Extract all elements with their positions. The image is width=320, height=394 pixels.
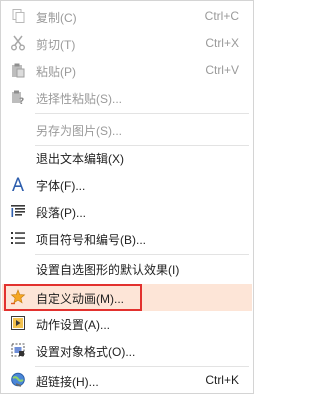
menu-item-copy[interactable]: 复制(C) Ctrl+C	[2, 3, 252, 30]
menu-item-paste-special[interactable]: ? 选择性粘贴(S)...	[2, 84, 252, 111]
scissors-icon	[10, 35, 26, 51]
action-icon	[10, 315, 26, 331]
menu-item-label: 选择性粘贴(S)...	[36, 92, 122, 106]
menu-item-action-settings[interactable]: 动作设置(A)...	[2, 310, 252, 337]
menu-item-label: 粘贴(P)	[36, 65, 76, 79]
menu-item-bullets-numbering[interactable]: 项目符号和编号(B)...	[2, 225, 252, 252]
menu-item-label: 段落(P)...	[36, 206, 86, 220]
context-menu: 复制(C) Ctrl+C 剪切(T) Ctrl+X 粘贴(P) Ctrl+V ?…	[0, 0, 254, 394]
paste-special-icon: ?	[10, 89, 26, 105]
menu-item-label: 超链接(H)...	[36, 375, 99, 389]
menu-item-cut[interactable]: 剪切(T) Ctrl+X	[2, 30, 252, 57]
star-animation-icon	[10, 289, 26, 305]
menu-item-label: 另存为图片(S)...	[36, 124, 122, 138]
menu-item-label: 退出文本编辑(X)	[36, 152, 124, 166]
menu-item-label: 字体(F)...	[36, 179, 86, 193]
menu-item-label: 自定义动画(M)...	[36, 292, 124, 306]
menu-item-label: 设置自选图形的默认效果(I)	[36, 263, 180, 277]
menu-item-exit-text-edit[interactable]: 退出文本编辑(X)	[2, 144, 252, 171]
menu-item-label: 复制(C)	[36, 11, 77, 25]
menu-item-shortcut: Ctrl+C	[204, 9, 239, 23]
menu-item-save-as-picture[interactable]: 另存为图片(S)...	[2, 116, 252, 143]
menu-item-paragraph[interactable]: 段落(P)...	[2, 198, 252, 225]
svg-text:?: ?	[19, 97, 24, 105]
menu-item-label: 动作设置(A)...	[36, 318, 110, 332]
format-object-icon	[10, 342, 26, 358]
menu-item-shortcut: Ctrl+K	[205, 373, 239, 387]
menu-item-hyperlink[interactable]: 超链接(H)... Ctrl+K	[2, 367, 252, 394]
menu-item-font[interactable]: 字体(F)...	[2, 171, 252, 198]
hyperlink-icon	[10, 372, 26, 388]
menu-item-label: 设置对象格式(O)...	[36, 345, 136, 359]
menu-item-custom-animation[interactable]: 自定义动画(M)...	[2, 284, 252, 311]
copy-icon	[10, 8, 26, 24]
menu-item-set-default-effect[interactable]: 设置自选图形的默认效果(I)	[2, 255, 252, 282]
menu-item-paste[interactable]: 粘贴(P) Ctrl+V	[2, 57, 252, 84]
menu-item-shortcut: Ctrl+X	[205, 36, 239, 50]
menu-item-label: 项目符号和编号(B)...	[36, 233, 146, 247]
paragraph-icon	[10, 203, 26, 219]
bullet-list-icon	[10, 230, 26, 246]
menu-item-format-object[interactable]: 设置对象格式(O)...	[2, 337, 252, 364]
menu-item-label: 剪切(T)	[36, 38, 76, 52]
clipboard-icon	[10, 62, 26, 78]
font-icon	[10, 176, 26, 192]
menu-separator	[35, 113, 249, 114]
menu-item-shortcut: Ctrl+V	[205, 63, 239, 77]
